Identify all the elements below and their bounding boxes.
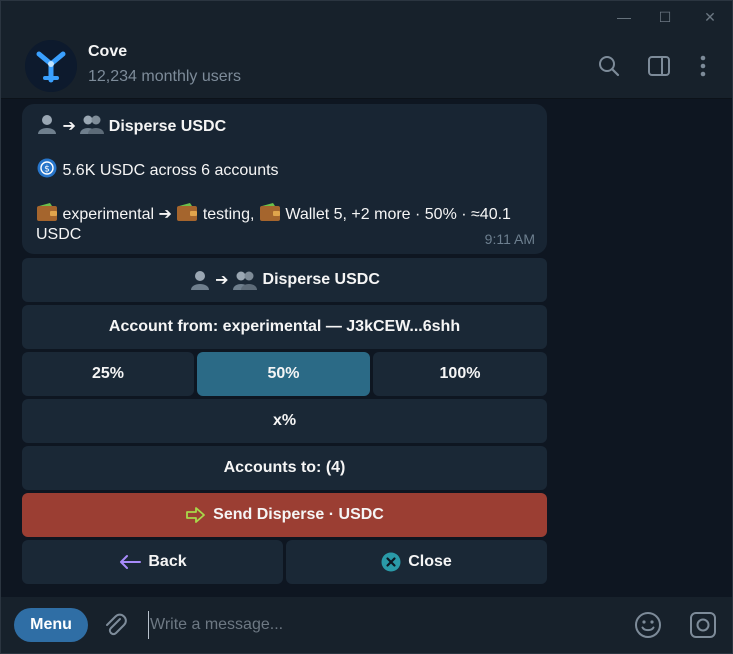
back-button[interactable]: Back bbox=[22, 540, 283, 584]
maximize-button[interactable]: ☐ bbox=[655, 7, 675, 27]
custom-pct-button[interactable]: x% bbox=[22, 399, 547, 443]
close-window-button[interactable]: ✕ bbox=[700, 7, 720, 27]
group-users-icon bbox=[80, 115, 105, 134]
message-route: experimental ➔ testing, Wallet 5, +2 mor… bbox=[36, 202, 535, 226]
accounts-to-button[interactable]: Accounts to: (4) bbox=[22, 446, 547, 490]
disperse-title-button[interactable]: ➔ Disperse USDC bbox=[22, 258, 547, 302]
message-title: ➔ Disperse USDC bbox=[36, 114, 535, 138]
disperse-title-label: Disperse USDC bbox=[262, 271, 380, 288]
chat-header[interactable]: Cove 12,234 monthly users bbox=[1, 33, 732, 99]
wallet-icon bbox=[37, 203, 57, 221]
chat-history[interactable]: ➔ Disperse USDC $ 5.6K USDC across 6 acc… bbox=[1, 100, 732, 597]
close-button[interactable]: Close bbox=[286, 540, 547, 584]
bot-menu-button[interactable]: Menu bbox=[14, 608, 88, 642]
title-bar: — ☐ ✕ bbox=[1, 1, 732, 33]
route-tail: USDC bbox=[36, 226, 82, 243]
message-summary: $ 5.6K USDC across 6 accounts bbox=[36, 158, 535, 182]
back-label: Back bbox=[148, 553, 187, 570]
camera-icon[interactable] bbox=[688, 610, 718, 640]
message-time: 9:11 AM bbox=[484, 231, 535, 247]
avatar[interactable] bbox=[25, 40, 77, 92]
arrow-right-outline-icon bbox=[186, 507, 206, 523]
bot-message: ➔ Disperse USDC $ 5.6K USDC across 6 acc… bbox=[22, 104, 547, 254]
group-users-icon bbox=[232, 271, 257, 290]
account-from-button[interactable]: Account from: experimental — J3kCEW...6s… bbox=[22, 305, 547, 349]
single-user-icon bbox=[38, 115, 56, 134]
chat-subtitle: 12,234 monthly users bbox=[88, 68, 241, 85]
close-circle-icon bbox=[381, 552, 401, 572]
single-user-icon bbox=[191, 271, 210, 290]
minimize-button[interactable]: — bbox=[614, 7, 634, 27]
svg-text:$: $ bbox=[44, 165, 50, 175]
message-composer: Menu bbox=[1, 597, 732, 653]
message-title-text: Disperse USDC bbox=[108, 118, 227, 135]
wallet-icon bbox=[177, 203, 198, 221]
search-icon[interactable] bbox=[596, 53, 622, 79]
cove-logo-icon bbox=[25, 40, 77, 92]
pct-100-button[interactable]: 100% bbox=[373, 352, 547, 396]
sidebar-toggle-icon[interactable] bbox=[646, 53, 672, 79]
back-arrow-icon bbox=[120, 555, 142, 569]
attach-icon[interactable] bbox=[100, 610, 130, 640]
close-label: Close bbox=[408, 553, 452, 570]
pct-50-button[interactable]: 50% bbox=[197, 352, 370, 396]
telegram-window: — ☐ ✕ Cove 12,234 monthly users ➔ Disper… bbox=[0, 0, 733, 654]
send-disperse-button[interactable]: Send Disperse · USDC bbox=[22, 493, 547, 537]
summary-text: 5.6K USDC across 6 accounts bbox=[62, 162, 279, 179]
send-label: Send Disperse · USDC bbox=[213, 506, 384, 523]
more-vertical-icon[interactable] bbox=[690, 53, 716, 79]
message-input[interactable] bbox=[148, 611, 608, 639]
chat-title: Cove bbox=[88, 43, 128, 60]
wallet-icon bbox=[259, 203, 280, 221]
pct-25-button[interactable]: 25% bbox=[22, 352, 194, 396]
emoji-icon[interactable] bbox=[633, 610, 663, 640]
usdc-coin-icon: $ bbox=[37, 158, 57, 178]
